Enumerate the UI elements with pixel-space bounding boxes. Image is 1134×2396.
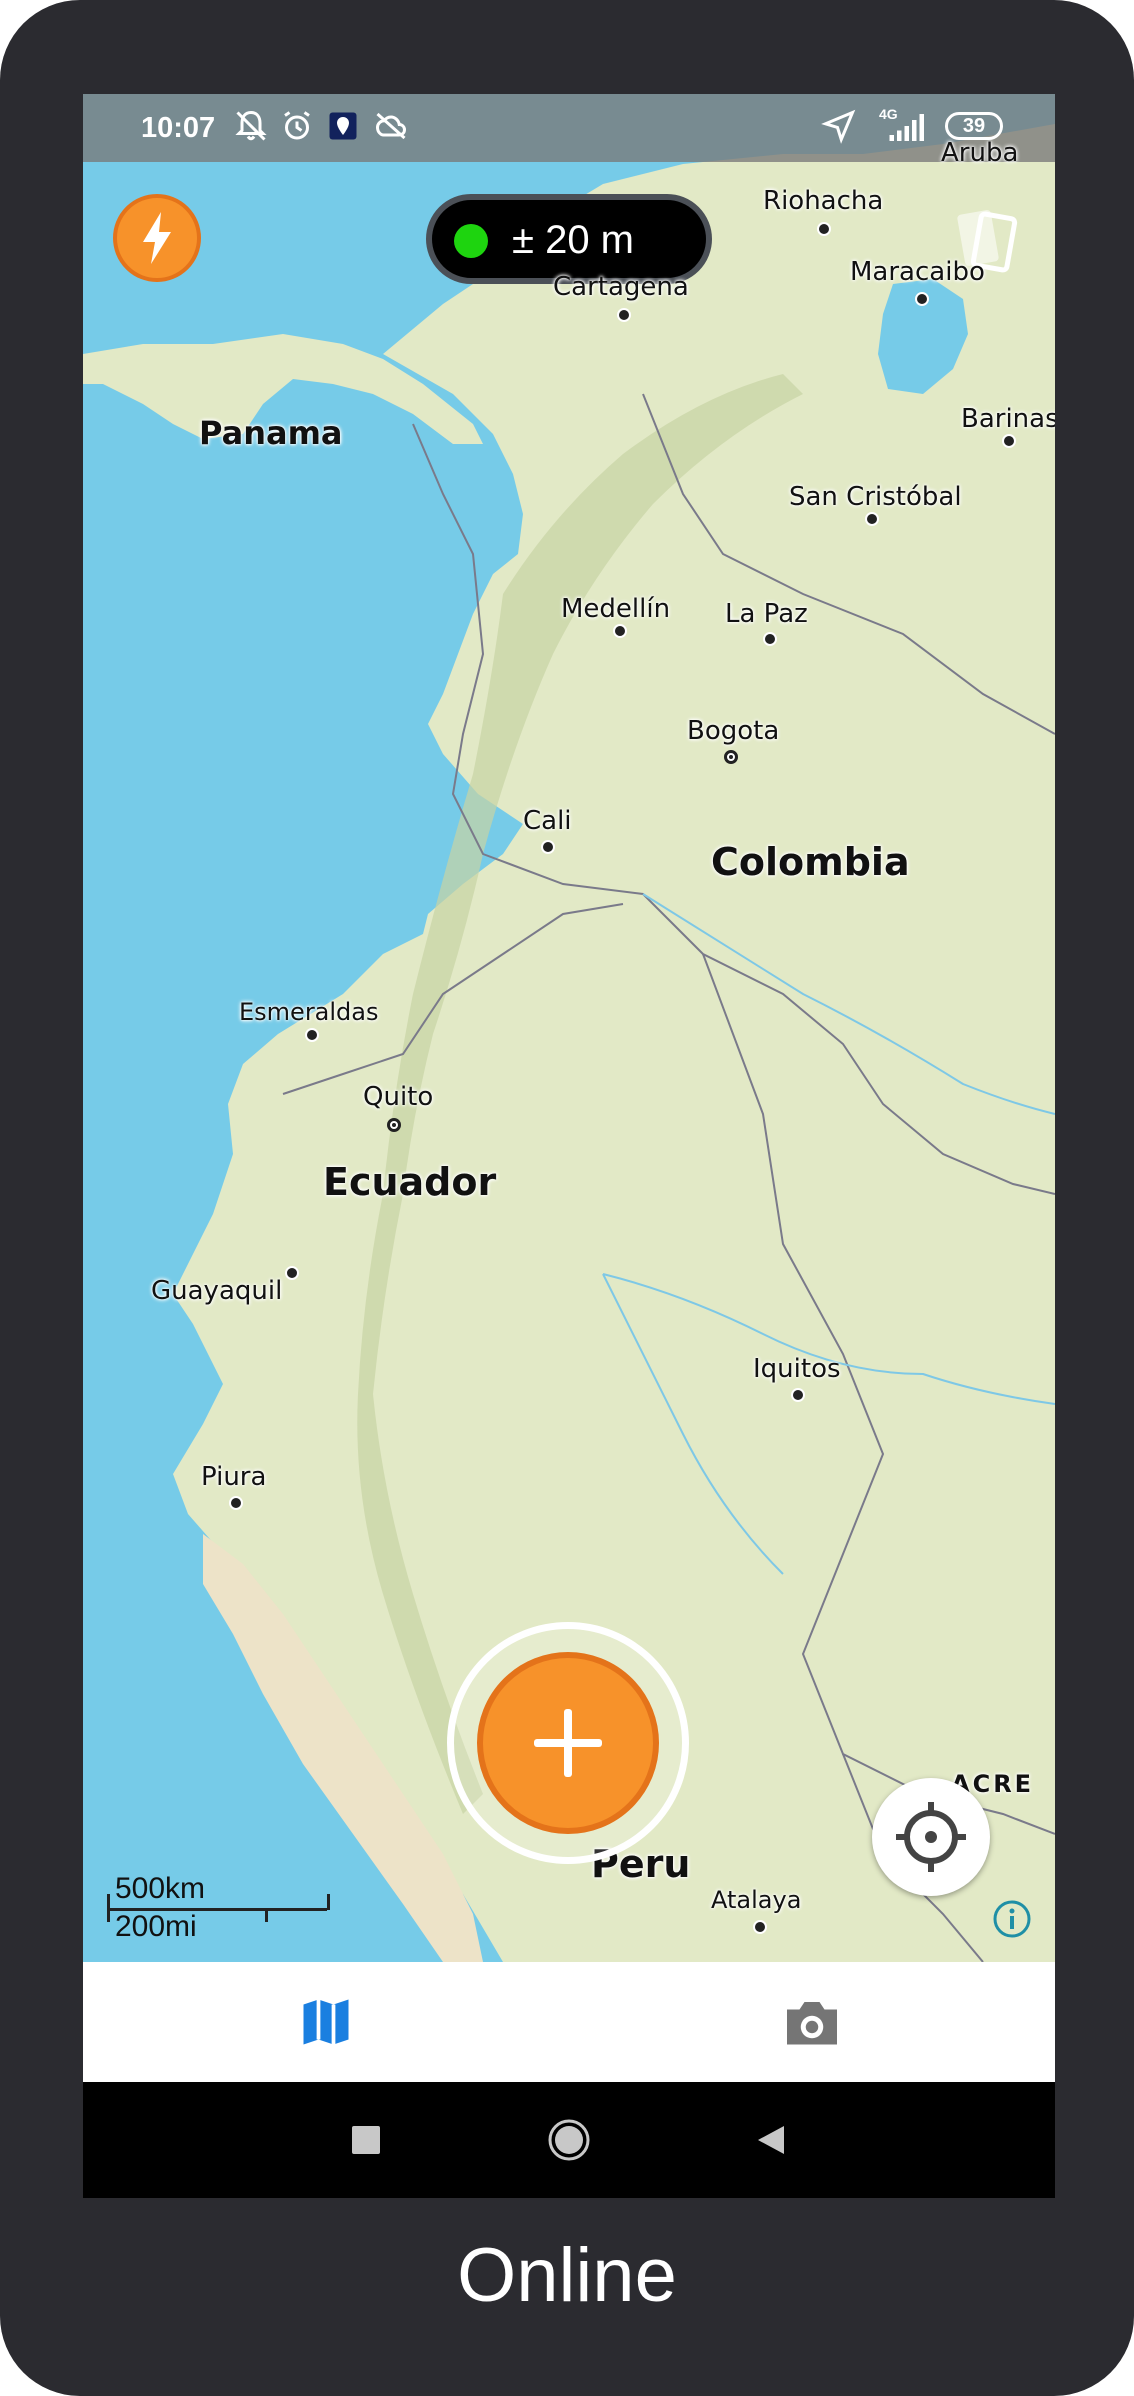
- city-label-aruba: Aruba: [941, 138, 1019, 168]
- city-marker: [915, 292, 929, 306]
- city-label-guayaquil: Guayaquil: [151, 1276, 283, 1306]
- city-marker: [617, 308, 631, 322]
- status-bar: 10:07 4G 39: [83, 94, 1055, 162]
- my-location-button[interactable]: [872, 1778, 990, 1896]
- city-label-bogota: Bogota: [687, 716, 780, 746]
- tab-camera[interactable]: [569, 1962, 1055, 2082]
- capital-marker: [724, 750, 738, 764]
- capital-marker: [387, 1118, 401, 1132]
- recents-button[interactable]: [306, 2082, 426, 2198]
- city-marker: [865, 512, 879, 526]
- battery-icon: 39: [945, 112, 1003, 140]
- add-observation-button[interactable]: [477, 1652, 659, 1834]
- city-marker: [763, 632, 777, 646]
- city-label-maracaibo: Maracaibo: [850, 257, 985, 287]
- city-marker: [305, 1028, 319, 1042]
- country-label-ecuador: Ecuador: [323, 1160, 497, 1204]
- city-label-piura: Piura: [201, 1462, 267, 1492]
- home-button[interactable]: [509, 2082, 629, 2198]
- map-icon: [303, 1999, 349, 2045]
- map-view[interactable]: 10:07 4G 39 ± 20 m Aruba Riohacha Cartag…: [83, 94, 1055, 1962]
- location-pin-icon: [329, 112, 357, 140]
- cloud-off-icon: [375, 112, 407, 140]
- city-label-esmeraldas: Esmeraldas: [239, 998, 379, 1026]
- gps-accuracy-indicator: ± 20 m: [426, 194, 712, 284]
- scale-metric-label: 500km: [115, 1872, 206, 1905]
- scale-tick: [327, 1894, 330, 1910]
- android-navigation-bar: [83, 2082, 1055, 2198]
- city-label-atalaya: Atalaya: [711, 1886, 802, 1914]
- country-label-colombia: Colombia: [711, 840, 910, 884]
- device-frame: 10:07 4G 39 ± 20 m Aruba Riohacha Cartag…: [0, 0, 1134, 2396]
- alarm-icon: [284, 111, 310, 140]
- status-time: 10:07: [141, 112, 216, 144]
- bottom-tab-bar: [83, 1962, 1055, 2082]
- city-label-san-cristobal: San Cristóbal: [789, 482, 962, 512]
- navigation-arrow-icon: [821, 109, 856, 144]
- city-label-iquitos: Iquitos: [753, 1354, 841, 1384]
- quick-action-button[interactable]: [113, 194, 201, 282]
- scale-tick: [107, 1894, 110, 1922]
- crosshair-icon: [896, 1802, 966, 1872]
- bell-off-icon: [235, 110, 267, 141]
- camera-icon: [787, 2002, 837, 2045]
- circle-home-icon: [548, 2119, 590, 2161]
- tab-map[interactable]: [83, 1962, 569, 2082]
- city-label-barinas: Barinas: [961, 404, 1055, 434]
- lightning-bolt-icon: [143, 212, 171, 264]
- city-marker: [791, 1388, 805, 1402]
- city-marker: [817, 222, 831, 236]
- city-marker: [613, 624, 627, 638]
- phone-screen: 10:07 4G 39 ± 20 m Aruba Riohacha Cartag…: [83, 94, 1055, 2198]
- info-icon[interactable]: [991, 1898, 1033, 1940]
- city-marker: [1002, 434, 1016, 448]
- country-label-panama: Panama: [199, 414, 343, 452]
- gps-accuracy-label: ± 20 m: [512, 218, 634, 262]
- back-triangle-icon: [758, 2126, 784, 2154]
- city-label-cartagena: Cartagena: [553, 272, 689, 302]
- city-marker: [229, 1496, 243, 1510]
- city-marker: [753, 1920, 767, 1934]
- city-marker: [285, 1266, 299, 1280]
- city-label-riohacha: Riohacha: [763, 186, 884, 216]
- city-label-la-paz: La Paz: [725, 599, 808, 629]
- mode-caption: Online: [457, 2233, 677, 2318]
- city-marker: [541, 840, 555, 854]
- square-icon: [352, 2126, 380, 2154]
- city-label-cali: Cali: [523, 806, 572, 836]
- back-button[interactable]: [711, 2082, 831, 2198]
- scale-tick: [265, 1908, 268, 1922]
- city-label-medellin: Medellín: [561, 594, 671, 624]
- map-scale-bar: 500km 200mi: [103, 1872, 343, 1946]
- plus-icon: [534, 1709, 602, 1777]
- gps-status-dot: [454, 224, 488, 258]
- signal-icon: [889, 114, 924, 141]
- city-label-quito: Quito: [363, 1082, 434, 1112]
- scale-imperial-label: 200mi: [115, 1910, 197, 1943]
